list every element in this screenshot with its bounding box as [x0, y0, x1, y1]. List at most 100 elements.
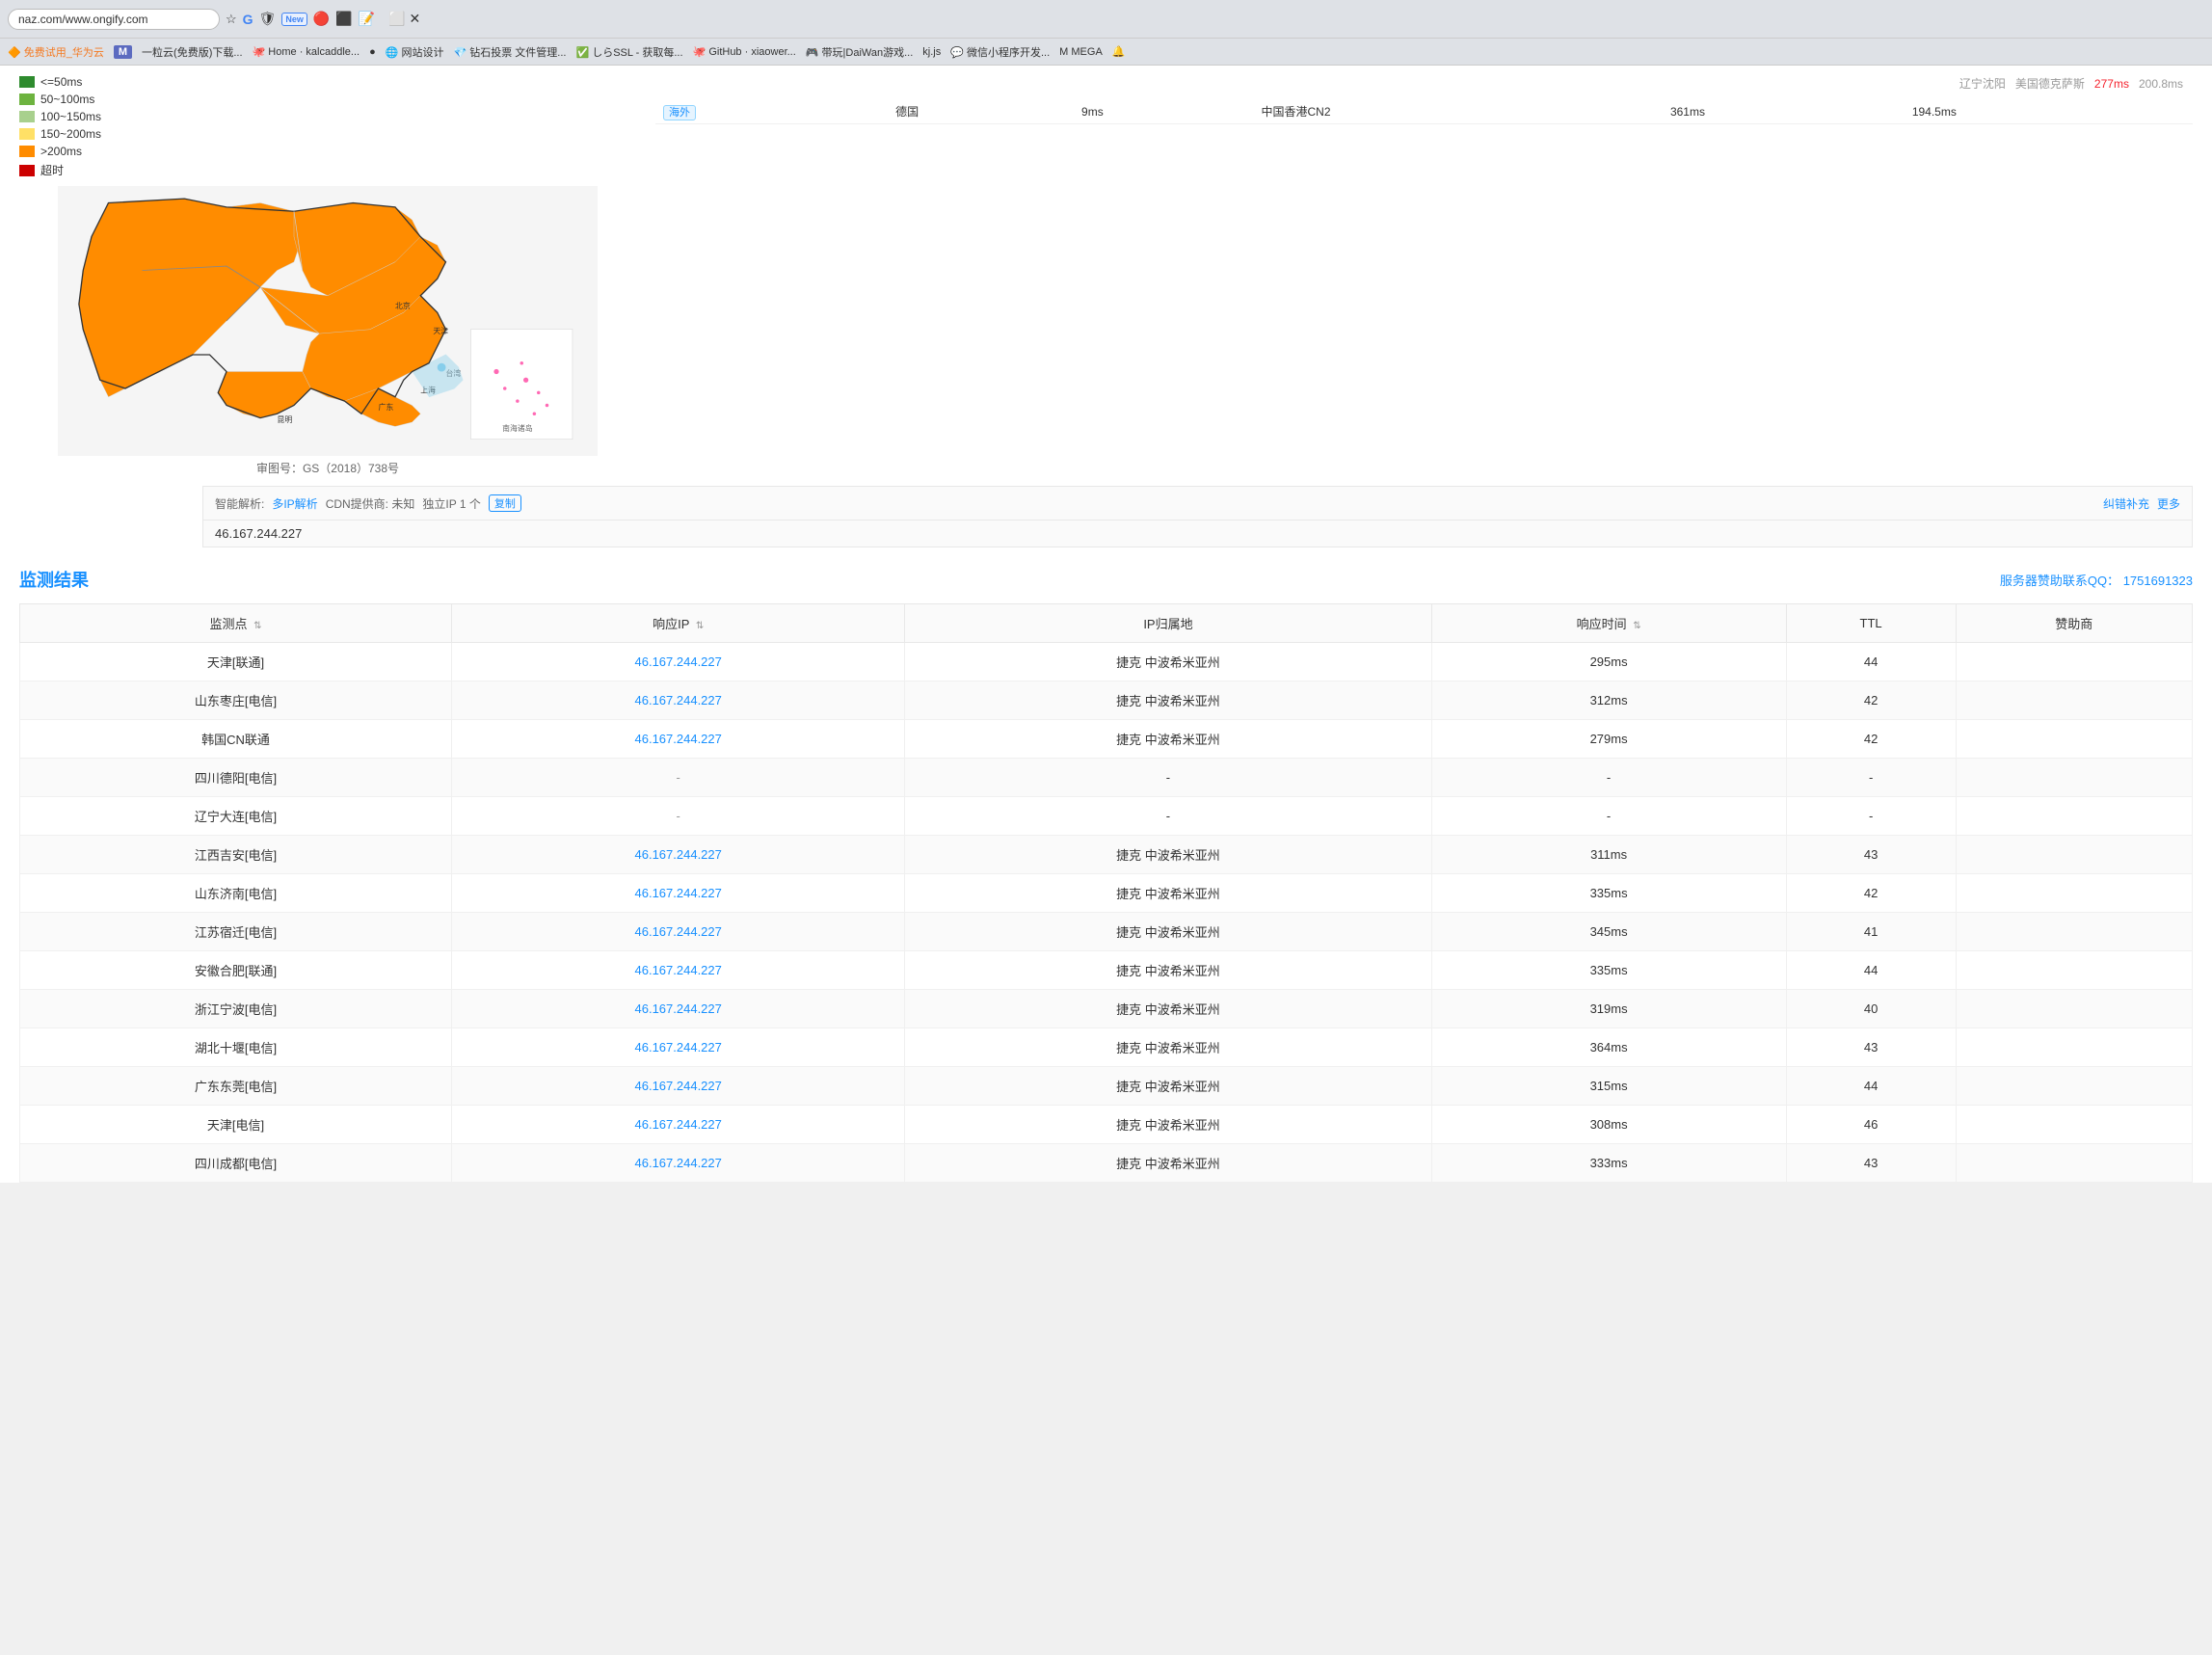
cell-time: 279ms — [1431, 720, 1786, 759]
china-map-svg: 南海诸岛 台湾 北京 天津 上海 昆明 广东 — [19, 186, 636, 456]
bookmark-kj[interactable]: kj.js — [922, 46, 941, 58]
cell-time: 311ms — [1431, 836, 1786, 874]
google-icon: G — [243, 12, 253, 27]
cell-ip[interactable]: 46.167.244.227 — [451, 681, 904, 720]
cell-sponsor — [1956, 643, 2192, 681]
ip-link[interactable]: 46.167.244.227 — [635, 963, 722, 977]
table-row: 广东东莞[电信] 46.167.244.227 捷克 中波希米亚州 315ms … — [20, 1067, 2193, 1106]
table-row: 浙江宁波[电信] 46.167.244.227 捷克 中波希米亚州 319ms … — [20, 990, 2193, 1028]
correct-link[interactable]: 纠错补充 — [2103, 495, 2149, 512]
cell-monitor: 江苏宿迁[电信] — [20, 913, 452, 951]
table-row: 天津[电信] 46.167.244.227 捷克 中波希米亚州 308ms 46 — [20, 1106, 2193, 1144]
cell-ip[interactable]: 46.167.244.227 — [451, 836, 904, 874]
overseas-time2: 194.5ms — [1905, 99, 2193, 124]
overseas-row: 海外 德国 9ms 中国香港CN2 361ms 194.5ms — [655, 99, 2193, 124]
svg-text:北京: 北京 — [395, 301, 411, 310]
bookmark-yiliyun[interactable]: 一粒云(免费版)下载... — [142, 44, 243, 60]
table-row: 天津[联通] 46.167.244.227 捷克 中波希米亚州 295ms 44 — [20, 643, 2193, 681]
ip-link[interactable]: 46.167.244.227 — [635, 847, 722, 862]
cell-ttl: 43 — [1786, 1144, 1956, 1183]
cell-ip[interactable]: 46.167.244.227 — [451, 913, 904, 951]
cell-location: 捷克 中波希米亚州 — [905, 720, 1431, 759]
results-table: 监测点 ⇅ 响应IP ⇅ IP归属地 响应时间 ⇅ TTL 赞助商 — [19, 603, 2193, 1183]
legend-label-200ms: 150~200ms — [40, 127, 101, 141]
bookmark-notify[interactable]: 🔔 — [1112, 45, 1126, 58]
ip-link[interactable]: 46.167.244.227 — [635, 886, 722, 900]
col-response[interactable]: 响应时间 ⇅ — [1431, 604, 1786, 643]
cell-ttl: - — [1786, 759, 1956, 797]
bookmark-wechat[interactable]: 💬 微信小程序开发... — [950, 44, 1050, 60]
cell-ip[interactable]: 46.167.244.227 — [451, 1144, 904, 1183]
bookmark-ssl[interactable]: ✅ しらSSL - 获取每... — [575, 44, 682, 60]
legend-label-100ms: 50~100ms — [40, 93, 94, 106]
ip-link[interactable]: 46.167.244.227 — [635, 1001, 722, 1016]
ext-icon-1: 🔴 — [313, 11, 330, 27]
cell-ip[interactable]: 46.167.244.227 — [451, 1028, 904, 1067]
cell-location: 捷克 中波希米亚州 — [905, 1144, 1431, 1183]
ip-link[interactable]: 46.167.244.227 — [635, 1156, 722, 1170]
bookmark-zhishi[interactable]: 💎 钻石投票 文件管理... — [453, 44, 566, 60]
cell-ip[interactable]: 46.167.244.227 — [451, 1067, 904, 1106]
bookmark-huawei[interactable]: 🔶 免费试用_华为云 — [8, 44, 104, 60]
legend-item-timeout: 超时 — [19, 162, 636, 178]
col-ip[interactable]: 响应IP ⇅ — [451, 604, 904, 643]
ip-link[interactable]: 46.167.244.227 — [635, 693, 722, 707]
bookmark-daiwan[interactable]: 🎮 带玩|DaiWan游戏... — [806, 44, 914, 60]
ip-link[interactable]: 46.167.244.227 — [635, 1040, 722, 1054]
results-title: 监测结果 — [19, 567, 89, 592]
cell-ip[interactable]: 46.167.244.227 — [451, 874, 904, 913]
cell-location: 捷克 中波希米亚州 — [905, 1067, 1431, 1106]
cell-location: 捷克 中波希米亚州 — [905, 951, 1431, 990]
cell-monitor: 天津[电信] — [20, 1106, 452, 1144]
cell-ttl: 42 — [1786, 720, 1956, 759]
cell-ip[interactable]: 46.167.244.227 — [451, 1106, 904, 1144]
bookmark-dot[interactable]: ● — [369, 46, 376, 58]
more-link[interactable]: 更多 — [2157, 495, 2180, 512]
cell-time: 345ms — [1431, 913, 1786, 951]
table-row: 辽宁大连[电信] - - - - — [20, 797, 2193, 836]
svg-text:昆明: 昆明 — [278, 415, 293, 424]
cell-ip[interactable]: 46.167.244.227 — [451, 951, 904, 990]
cell-sponsor — [1956, 720, 2192, 759]
bookmark-website[interactable]: 🌐 网站设计 — [386, 44, 444, 60]
bookmark-github[interactable]: 🐙 GitHub · xiaower... — [693, 45, 796, 58]
legend-item-150ms: 100~150ms — [19, 110, 636, 123]
window-controls: ⬜ ✕ — [388, 11, 420, 27]
ip-link[interactable]: 46.167.244.227 — [635, 1079, 722, 1093]
cell-ttl: 43 — [1786, 836, 1956, 874]
bookmark-m[interactable]: M — [114, 45, 132, 59]
cell-location: 捷克 中波希米亚州 — [905, 1106, 1431, 1144]
table-row: 韩国CN联通 46.167.244.227 捷克 中波希米亚州 279ms 42 — [20, 720, 2193, 759]
cell-sponsor — [1956, 1106, 2192, 1144]
cell-ip[interactable]: 46.167.244.227 — [451, 720, 904, 759]
independent-ip: 独立IP 1 个 — [422, 495, 480, 512]
cell-monitor: 浙江宁波[电信] — [20, 990, 452, 1028]
info-prefix: 智能解析: — [215, 495, 264, 512]
ext-icon-3: 📝 — [359, 11, 375, 27]
multi-ip-link[interactable]: 多IP解析 — [272, 495, 317, 512]
overseas-tag: 海外 — [663, 105, 696, 120]
cell-time: - — [1431, 759, 1786, 797]
copy-button[interactable]: 复制 — [489, 494, 521, 512]
ip-display: 46.167.244.227 — [202, 521, 2193, 547]
cell-sponsor — [1956, 1067, 2192, 1106]
bookmark-mega[interactable]: M MEGA — [1059, 46, 1103, 58]
cell-location: 捷克 中波希米亚州 — [905, 990, 1431, 1028]
col-sponsor: 赞助商 — [1956, 604, 2192, 643]
ip-link[interactable]: 46.167.244.227 — [635, 654, 722, 669]
info-bar: 智能解析: 多IP解析 CDN提供商: 未知 独立IP 1 个 复制 纠错补充 … — [202, 486, 2193, 521]
ip-link[interactable]: 46.167.244.227 — [635, 732, 722, 746]
legend-item-over200ms: >200ms — [19, 145, 636, 158]
col-monitor[interactable]: 监测点 ⇅ — [20, 604, 452, 643]
ip-link[interactable]: 46.167.244.227 — [635, 1117, 722, 1132]
cell-time: 335ms — [1431, 951, 1786, 990]
bookmark-home[interactable]: 🐙 Home · kalcaddle... — [253, 45, 360, 58]
cell-monitor: 四川成都[电信] — [20, 1144, 452, 1183]
cell-ip[interactable]: 46.167.244.227 — [451, 643, 904, 681]
url-bar[interactable]: naz.com/www.ongify.com — [8, 9, 220, 30]
browser-chrome: naz.com/www.ongify.com ☆ G 🛡 New 🔴 ⬛ 📝 ⬜… — [0, 0, 2212, 39]
star-icon: ☆ — [226, 12, 237, 27]
ip-link[interactable]: 46.167.244.227 — [635, 924, 722, 939]
cell-ip[interactable]: 46.167.244.227 — [451, 990, 904, 1028]
legend-color-timeout — [19, 165, 35, 176]
